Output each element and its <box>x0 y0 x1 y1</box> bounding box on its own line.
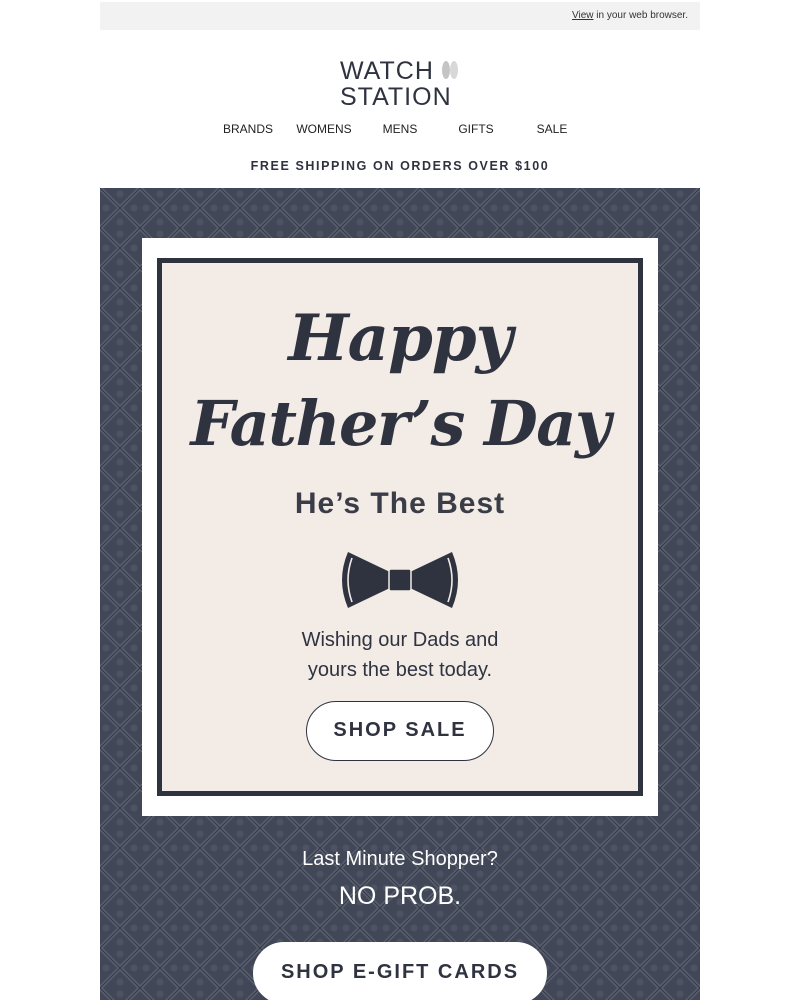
logo-line-2: STATION <box>340 83 452 111</box>
main-navigation: BRANDS WOMENS MENS GIFTS SALE <box>0 122 800 140</box>
browser-view-bar: View in your web browser. <box>100 2 700 30</box>
logo-line-1: WATCH <box>340 57 434 85</box>
fathers-day-hero: Happy Father’s Day He’s The Best Wishing… <box>100 188 700 1000</box>
shop-e-gift-cards-button[interactable]: SHOP E-GIFT CARDS <box>253 942 547 1000</box>
brand-logo[interactable]: WATCH STATION <box>340 57 470 111</box>
nav-item-brands[interactable]: BRANDS <box>223 122 273 136</box>
nav-item-gifts[interactable]: GIFTS <box>458 122 493 136</box>
no-prob-text: NO PROB. <box>338 882 462 910</box>
view-in-browser-link[interactable]: View <box>572 10 594 21</box>
wishing-message: Wishing our Dads and yours the best toda… <box>162 625 638 685</box>
greeting-card: Happy Father’s Day He’s The Best Wishing… <box>142 238 658 816</box>
bowtie-icon <box>342 552 458 608</box>
hes-the-best-tagline: He’s The Best <box>294 487 506 520</box>
last-minute-shopper-text: Last Minute Shopper? <box>302 848 498 870</box>
happy-heading: Happy <box>288 301 513 376</box>
nav-item-mens[interactable]: MENS <box>383 122 418 136</box>
browser-view-rest: in your web browser. <box>593 10 688 21</box>
nav-item-womens[interactable]: WOMENS <box>296 122 351 136</box>
greeting-card-inner: Happy Father’s Day He’s The Best Wishing… <box>157 258 643 796</box>
shop-sale-button[interactable]: SHOP SALE <box>306 701 494 761</box>
free-shipping-banner: FREE SHIPPING ON ORDERS OVER $100 <box>250 159 550 173</box>
browser-view-text: View in your web browser. <box>572 10 688 21</box>
watch-hands-logo-icon <box>442 61 458 79</box>
wishing-message-line-1: Wishing our Dads and <box>301 629 499 651</box>
fathers-day-heading: Father’s Day <box>190 387 611 460</box>
nav-item-sale[interactable]: SALE <box>537 122 568 136</box>
wishing-message-line-2: yours the best today. <box>307 659 493 681</box>
